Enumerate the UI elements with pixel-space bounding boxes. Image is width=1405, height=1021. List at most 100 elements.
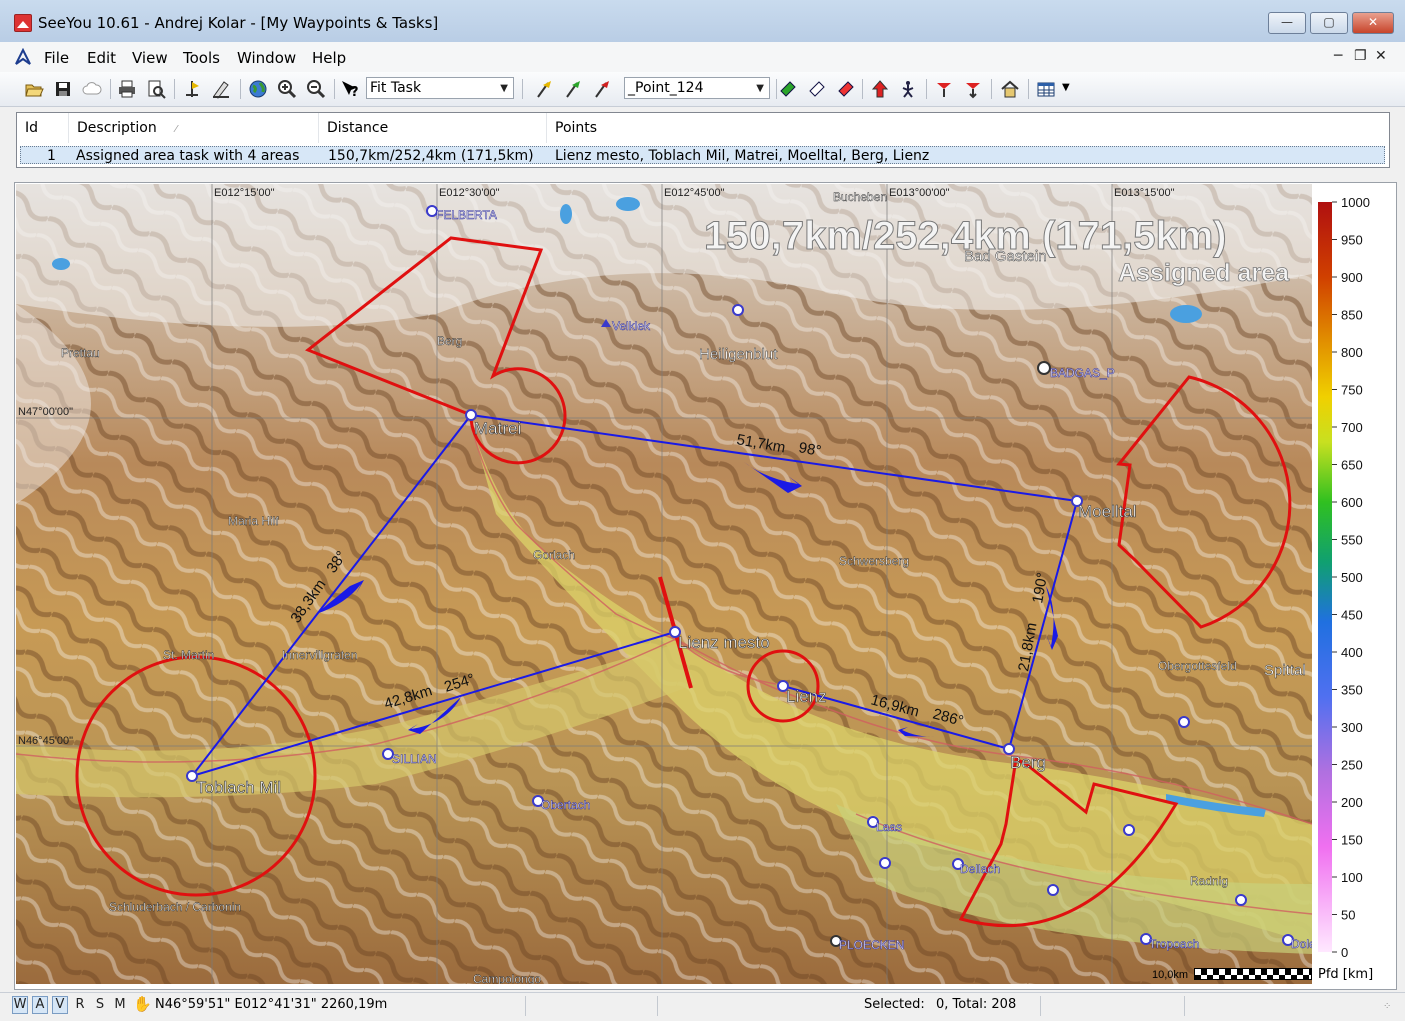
open-folder-icon[interactable]: [24, 79, 44, 99]
column-header-id[interactable]: Id: [17, 113, 69, 143]
legend-tick-label: 200: [1341, 795, 1363, 810]
svg-text:Prettau: Prettau: [61, 346, 100, 360]
selected-label: Selected:: [864, 997, 925, 1012]
waypoint-ploecken[interactable]: PLOECKEN: [830, 935, 905, 952]
app-icon: [14, 14, 32, 32]
child-minimize-icon[interactable]: ─: [1334, 48, 1342, 64]
task-point-add-icon[interactable]: [778, 79, 798, 99]
menu-tools[interactable]: Tools: [183, 49, 220, 67]
seeyou-logo-icon: [15, 48, 31, 65]
waypoint-add-icon[interactable]: [534, 79, 554, 99]
waypoint-delete-icon[interactable]: [592, 79, 612, 99]
waypoint-obertach[interactable]: Obertach: [532, 795, 591, 812]
zoom-out-icon[interactable]: [306, 79, 326, 99]
legend-tick-label: 150: [1341, 833, 1363, 848]
waypoint-dellach[interactable]: Dellach: [952, 858, 1000, 876]
waypoint-sillian[interactable]: SILLIAN: [382, 748, 437, 766]
chevron-down-icon: ▼: [756, 83, 764, 94]
legend-tick-label: 700: [1341, 420, 1363, 435]
legend-tick-label: 350: [1341, 683, 1363, 698]
mode-toggle-v[interactable]: V: [52, 996, 68, 1014]
whats-this-icon[interactable]: ?: [340, 79, 360, 99]
menu-edit[interactable]: Edit: [87, 49, 116, 67]
legend-tick-label: 850: [1341, 308, 1363, 323]
menu-view[interactable]: View: [132, 49, 168, 67]
svg-text:Innervillgraten: Innervillgraten: [282, 648, 357, 662]
hand-pan-icon[interactable]: ✋: [133, 995, 152, 1013]
mode-toggle-s[interactable]: S: [92, 996, 108, 1014]
legend-tick-label: 100: [1341, 870, 1363, 885]
column-header-points[interactable]: Points: [547, 113, 1387, 143]
mode-toggle-w[interactable]: W: [12, 996, 28, 1014]
mode-toggle-r[interactable]: R: [72, 996, 88, 1014]
mode-toggle-m[interactable]: M: [112, 996, 128, 1014]
print-preview-icon[interactable]: [146, 79, 166, 99]
svg-text:Spittal: Spittal: [1264, 662, 1306, 679]
pilot-icon[interactable]: [898, 79, 918, 99]
svg-text:Maria Hilf: Maria Hilf: [228, 514, 279, 528]
column-header-distance[interactable]: Distance: [319, 113, 547, 143]
legend-tick-label: 0: [1341, 945, 1348, 960]
legend-tick-label: 900: [1341, 270, 1363, 285]
task-point-insert-icon[interactable]: [807, 79, 827, 99]
column-header-description[interactable]: Description ⁄: [69, 113, 319, 143]
legend-tick-label: 300: [1341, 720, 1363, 735]
home-icon[interactable]: [1000, 79, 1020, 99]
status-bar: W A V R S M ✋ N46°59'51" E012°41'31" 226…: [0, 992, 1405, 1021]
save-icon[interactable]: [53, 79, 73, 99]
minimize-button[interactable]: —: [1268, 12, 1306, 34]
altitude-color-scale: [1318, 202, 1332, 952]
column-header-description-label: Description: [77, 120, 157, 136]
task-id-cell: 1: [47, 148, 56, 164]
svg-text:Matrei: Matrei: [474, 419, 521, 438]
resize-grip-icon[interactable]: ⁘: [1383, 1001, 1391, 1012]
menu-bar: File Edit View Tools Window Help ─ ❐ ✕: [0, 42, 1405, 72]
flight-edit-icon[interactable]: [211, 79, 231, 99]
svg-text:Schwersberg: Schwersberg: [839, 554, 909, 568]
legend-tick-label: 400: [1341, 645, 1363, 660]
window-title: SeeYou 10.61 - Andrej Kolar - [My Waypoi…: [38, 14, 439, 32]
flight-icon[interactable]: [182, 79, 202, 99]
svg-text:Velklek: Velklek: [612, 319, 651, 333]
maximize-button[interactable]: ▢: [1310, 12, 1348, 34]
svg-text:Berg: Berg: [1010, 753, 1046, 772]
fit-mode-value: Fit Task: [370, 80, 422, 96]
child-restore-icon[interactable]: ❐: [1354, 48, 1367, 64]
task-map[interactable]: E012°15'00" E012°30'00" E012°45'00" E013…: [16, 184, 1312, 984]
cloud-icon[interactable]: [82, 79, 102, 99]
menu-help[interactable]: Help: [312, 49, 346, 67]
table-row[interactable]: 1 Assigned area task with 4 areas 150,7k…: [20, 146, 1385, 164]
task-description-cell: Assigned area task with 4 areas: [76, 148, 300, 164]
legend-tick-label: 650: [1341, 458, 1363, 473]
fit-mode-select[interactable]: Fit Task ▼: [366, 77, 514, 99]
legend-tick-label: 1000: [1341, 195, 1370, 210]
svg-text:Berg: Berg: [437, 334, 462, 348]
waypoint-tropoach[interactable]: Tropoach: [1140, 933, 1200, 951]
lake: [616, 197, 640, 211]
waypoint-felberta[interactable]: FELBERTA: [426, 205, 497, 222]
svg-text:E013°00'00": E013°00'00": [889, 187, 950, 199]
chevron-down-icon[interactable]: ▼: [1062, 82, 1070, 93]
svg-text:Gorlach: Gorlach: [533, 548, 575, 562]
turnpoint-red-down-icon[interactable]: [963, 79, 983, 99]
svg-text:E012°15'00": E012°15'00": [214, 187, 275, 199]
climb-icon[interactable]: [870, 79, 890, 99]
print-icon[interactable]: [117, 79, 137, 99]
lake: [560, 204, 572, 224]
close-button[interactable]: ✕: [1352, 12, 1394, 34]
legend-tick-label: 950: [1341, 233, 1363, 248]
menu-file[interactable]: File: [44, 49, 69, 67]
child-close-icon[interactable]: ✕: [1375, 48, 1387, 64]
menu-window[interactable]: Window: [237, 49, 296, 67]
zoom-in-icon[interactable]: [277, 79, 297, 99]
turnpoint-red-icon[interactable]: [934, 79, 954, 99]
table-view-icon[interactable]: [1036, 79, 1056, 99]
svg-text:St. Martin: St. Martin: [163, 648, 214, 662]
waypoint-edit-icon[interactable]: [563, 79, 583, 99]
globe-icon[interactable]: [248, 79, 268, 99]
task-point-remove-icon[interactable]: [836, 79, 856, 99]
waypoint-select[interactable]: _Point_124 ▼: [624, 77, 770, 99]
svg-text:SILLIAN: SILLIAN: [392, 752, 437, 766]
legend-tick-label: 750: [1341, 383, 1363, 398]
mode-toggle-a[interactable]: A: [32, 996, 48, 1014]
